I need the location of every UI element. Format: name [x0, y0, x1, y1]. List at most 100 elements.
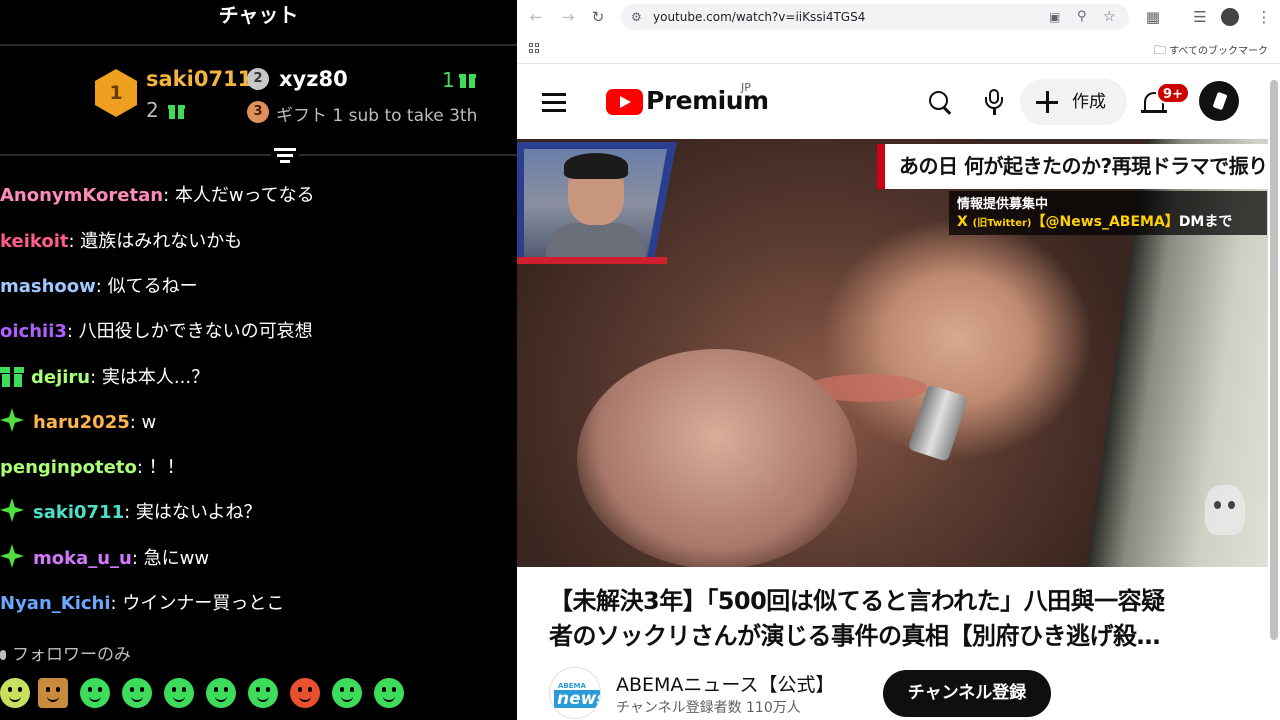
- chat-message: mashoow: 似てるねー: [0, 273, 517, 301]
- wipe-commentator-image: [524, 149, 667, 259]
- chat-text: : 実は本人...？: [90, 367, 210, 388]
- twitter-old-label: (旧Twitter): [972, 218, 1032, 229]
- gift-leaderboard: 1 saki0711 2 2 xyz80 1 3 ギフト 1 sub to ta…: [0, 46, 517, 156]
- dm-label: DMまで: [1178, 214, 1233, 230]
- microphone-icon[interactable]: [983, 89, 1005, 117]
- emote-icon[interactable]: [122, 678, 152, 708]
- chat-username[interactable]: penginpoteto: [0, 457, 137, 478]
- notification-count-badge: 9+: [1156, 82, 1190, 104]
- info-request-contact: X (旧Twitter)【@News_ABEMA】DMまで: [957, 211, 1232, 231]
- youtube-header: Premium JP 作成 9+: [517, 65, 1280, 139]
- chat-username[interactable]: mashoow: [0, 276, 96, 297]
- sparkle-icon: [0, 408, 26, 434]
- install-icon[interactable]: ▣: [1049, 4, 1060, 30]
- subscriber-count: チャンネル登録者数 110万人: [616, 700, 801, 716]
- rank-1-name[interactable]: saki0711: [146, 67, 252, 91]
- region-code: JP: [741, 81, 751, 94]
- rank-1-medal-icon: 1: [95, 69, 137, 117]
- info-request-title: 情報提供募集中: [957, 197, 1049, 212]
- sparkle-icon: [0, 498, 26, 524]
- url-text[interactable]: youtube.com/watch?v=iiKssi4TGS4: [653, 4, 865, 30]
- chat-message: dejiru: 実は本人...？: [0, 364, 517, 392]
- rank-2-count: 1: [442, 68, 455, 92]
- gift-icon: [0, 365, 24, 387]
- channel-name[interactable]: ABEMAニュース【公式】: [616, 670, 834, 697]
- bullet-icon: [0, 650, 6, 660]
- rank-2-number: 2: [253, 71, 263, 86]
- rank-1-number: 1: [109, 82, 123, 104]
- rank-3-number: 3: [253, 104, 263, 119]
- youtube-logo-icon[interactable]: [606, 89, 643, 115]
- chat-username[interactable]: AnonymKoretan: [0, 185, 163, 206]
- chat-message: moka_u_u: 急にww: [0, 545, 517, 573]
- apps-grid-icon[interactable]: [529, 43, 541, 55]
- chat-text: : ！！: [136, 457, 185, 478]
- profile-icon[interactable]: [1221, 8, 1239, 26]
- create-button[interactable]: 作成: [1020, 79, 1127, 125]
- chat-username[interactable]: oichii3: [0, 321, 67, 342]
- emote-icon[interactable]: [248, 678, 278, 708]
- info-request-caption: 情報提供募集中 X (旧Twitter)【@News_ABEMA】DMまで: [949, 191, 1267, 235]
- chat-text: : 本人だwってなる: [163, 185, 315, 206]
- forward-icon[interactable]: →: [559, 8, 577, 26]
- emote-icon[interactable]: [290, 678, 320, 708]
- chat-message: AnonymKoretan: 本人だwってなる: [0, 182, 517, 210]
- video-title-line-1: 【未解決3年】「500回は似てると言われた」八田與一容疑: [549, 587, 1165, 615]
- emote-icon[interactable]: [374, 678, 404, 708]
- chat-username[interactable]: Nyan_Kichi: [0, 593, 111, 614]
- back-icon[interactable]: ←: [527, 8, 545, 26]
- emote-icon[interactable]: [332, 678, 362, 708]
- rank-1-count: 2: [146, 98, 159, 122]
- collapse-leaderboard-icon[interactable]: [271, 145, 299, 169]
- rank-3-medal-icon: 3: [247, 101, 269, 123]
- chat-text: : 似てるねー: [95, 276, 198, 297]
- chat-header: チャット: [218, 3, 299, 27]
- rank-2-medal-icon: 2: [247, 68, 269, 90]
- media-control-icon[interactable]: ☰: [1191, 8, 1209, 26]
- video-headline-caption: あの日 何が起きたのか?再現ドラマで振り返る: [877, 144, 1268, 189]
- extensions-icon[interactable]: ▦: [1144, 8, 1162, 26]
- gift-icon: [459, 71, 476, 88]
- chat-username[interactable]: keikoit: [0, 231, 69, 252]
- create-label: 作成: [1072, 92, 1106, 112]
- page-scrollbar[interactable]: [1270, 80, 1278, 640]
- address-bar[interactable]: ⚙ youtube.com/watch?v=iiKssi4TGS4 ▣ ⚲ ☆: [621, 4, 1129, 30]
- video-player[interactable]: あの日 何が起きたのか?再現ドラマで振り返る 情報提供募集中 X (旧Twitt…: [517, 139, 1268, 567]
- chat-message: haru2025: w: [0, 409, 517, 437]
- browser-toolbar: ← → ↻ ⚙ youtube.com/watch?v=iiKssi4TGS4 …: [517, 0, 1280, 34]
- x-label: X: [957, 214, 968, 230]
- emote-icon[interactable]: [206, 678, 236, 708]
- bookmark-star-icon[interactable]: ☆: [1103, 4, 1116, 30]
- reload-icon[interactable]: ↻: [589, 8, 607, 26]
- all-bookmarks-label: すべてのブックマーク: [1169, 46, 1268, 57]
- account-avatar[interactable]: [1199, 81, 1239, 121]
- zoom-icon[interactable]: ⚲: [1077, 4, 1087, 30]
- emote-icon[interactable]: [164, 678, 194, 708]
- handle-label: 【@News_ABEMA】: [1031, 214, 1179, 230]
- emote-icon[interactable]: [0, 678, 30, 708]
- emote-icon[interactable]: [80, 678, 110, 708]
- chat-text: : 実はないよね？: [124, 502, 262, 523]
- chat-text: : w: [129, 412, 157, 433]
- rank-2-name[interactable]: xyz80: [279, 67, 348, 91]
- chat-message: saki0711: 実はないよね？: [0, 499, 517, 527]
- hamburger-menu-icon[interactable]: [542, 93, 566, 112]
- folder-icon: 🗀: [1153, 43, 1166, 57]
- chat-username[interactable]: saki0711: [33, 502, 124, 523]
- menu-icon[interactable]: ⋮: [1255, 8, 1273, 26]
- chat-username[interactable]: moka_u_u: [33, 548, 132, 569]
- chat-text: : ウインナー買っとこ: [110, 593, 285, 614]
- chat-username[interactable]: dejiru: [31, 367, 90, 388]
- subscribe-button[interactable]: チャンネル登録: [883, 670, 1051, 717]
- all-bookmarks-link[interactable]: 🗀 すべてのブックマーク: [1154, 41, 1268, 62]
- chat-username[interactable]: haru2025: [33, 412, 130, 433]
- channel-avatar[interactable]: ABEMA news/: [549, 667, 601, 719]
- bookmarks-bar: 🗀 すべてのブックマーク: [517, 34, 1280, 64]
- emote-icon[interactable]: [38, 678, 68, 708]
- video-title-line-2: 者のソックリさんが演じる事件の真相【別府ひき逃げ殺…: [549, 622, 1161, 650]
- site-settings-icon[interactable]: ⚙: [631, 4, 642, 30]
- rank-3-gift-prompt[interactable]: ギフト 1 sub to take 3th: [276, 101, 477, 126]
- search-icon[interactable]: [927, 89, 953, 115]
- chat-text: : 八田役しかできないの可哀想: [66, 321, 313, 342]
- followers-only-notice: フォロワーのみ: [0, 641, 131, 669]
